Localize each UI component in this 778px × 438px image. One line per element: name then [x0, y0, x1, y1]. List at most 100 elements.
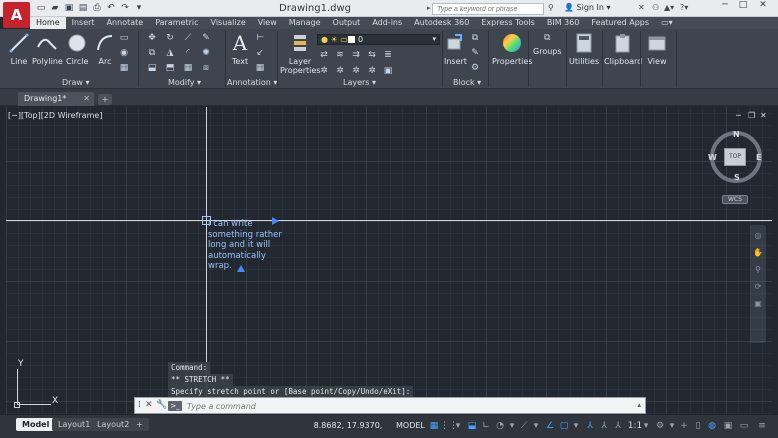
line-tool[interactable]: Line: [8, 32, 30, 66]
snap-dropdown-icon[interactable]: ▾: [452, 420, 464, 432]
copy-icon[interactable]: ⧉: [146, 47, 158, 59]
layer-tool-icon[interactable]: ✲: [350, 65, 362, 77]
tab-model[interactable]: Model: [16, 418, 56, 431]
viewcube-top-face[interactable]: TOP: [724, 148, 746, 166]
properties-tool[interactable]: Properties: [492, 32, 532, 66]
close-icon[interactable]: ✕: [754, 0, 772, 12]
workspace-gear-icon[interactable]: ⚙: [654, 420, 666, 432]
search-expand-icon[interactable]: ▸: [427, 4, 431, 12]
tab-view[interactable]: View: [252, 17, 283, 29]
zoom-icon[interactable]: ⚲: [755, 265, 761, 274]
save-as-icon[interactable]: ▤: [77, 3, 89, 14]
insert-tool[interactable]: Insert: [444, 32, 467, 66]
open-folder-icon[interactable]: ▰: [49, 3, 61, 14]
osnap-dropdown-icon[interactable]: ▾: [570, 420, 582, 432]
text-tool[interactable]: A Text: [229, 31, 251, 66]
width-grip-arrow[interactable]: [272, 217, 279, 225]
hardware-acceleration-icon[interactable]: ▣: [722, 420, 734, 432]
add-layout-button[interactable]: +: [130, 418, 149, 431]
annotation-scale-icon[interactable]: ⅄: [612, 420, 624, 432]
annotation-autoscale-icon[interactable]: ⅄: [598, 420, 610, 432]
object-snap-icon[interactable]: ▢: [558, 420, 570, 432]
scale-dropdown-icon[interactable]: ▾: [640, 420, 652, 432]
layer-tool-icon[interactable]: ✲: [366, 65, 378, 77]
minimize-icon[interactable]: ─: [716, 0, 734, 12]
tab-express-tools[interactable]: Express Tools: [475, 17, 541, 29]
search-input[interactable]: [432, 3, 544, 15]
sign-in-button[interactable]: 👤 Sign In ▾: [564, 3, 611, 12]
tab-parametric[interactable]: Parametric: [149, 17, 204, 29]
application-menu-button[interactable]: A: [3, 2, 30, 28]
mtext-object[interactable]: I can write something rather long and it…: [208, 219, 282, 272]
binoculars-icon[interactable]: ⚲: [548, 3, 554, 12]
view-tool[interactable]: View: [646, 32, 668, 66]
tab-layout2[interactable]: Layout2: [91, 418, 136, 431]
layer-dropdown[interactable]: ● ☀ ▭ 0 ▾: [317, 34, 440, 45]
viewport-controls-label[interactable]: [−][Top][2D Wireframe]: [8, 111, 102, 120]
new-file-icon[interactable]: ▭: [35, 3, 47, 14]
compass-east[interactable]: E: [756, 153, 761, 162]
explode-icon[interactable]: ✺: [200, 47, 212, 59]
polar-tracking-icon[interactable]: ◔: [494, 420, 506, 432]
plus-icon[interactable]: +: [678, 420, 690, 432]
panel-label-layers[interactable]: Layers ▾: [343, 78, 376, 87]
polar-dropdown-icon[interactable]: ▾: [506, 420, 518, 432]
tab-bim-360[interactable]: BIM 360: [541, 17, 586, 29]
annotation-visibility-icon[interactable]: ⅄: [584, 420, 596, 432]
file-tab-drawing1[interactable]: Drawing1* ✕: [18, 92, 94, 106]
tab-output[interactable]: Output: [327, 17, 367, 29]
print-icon[interactable]: ⎙: [91, 3, 103, 14]
layer-tool-icon[interactable]: ▣: [382, 65, 394, 77]
rotate-icon[interactable]: ↻: [164, 32, 176, 44]
grid-icon[interactable]: ▦: [428, 420, 440, 432]
help-icon[interactable]: ?▾: [680, 3, 688, 12]
polyline-tool[interactable]: Polyline: [32, 32, 63, 66]
tab-add-ins[interactable]: Add-ins: [366, 17, 408, 29]
clean-screen-icon[interactable]: ▭: [738, 420, 750, 432]
isolate-objects-icon[interactable]: ◍: [706, 420, 718, 432]
layer-tool-icon[interactable]: ⇆: [366, 49, 378, 61]
leader-icon[interactable]: ↙: [254, 47, 266, 59]
mirror-icon[interactable]: ◮: [164, 47, 176, 59]
groups-tool[interactable]: ⧉ Groups: [533, 32, 562, 56]
new-tab-button[interactable]: +: [98, 94, 112, 105]
steering-wheel-icon[interactable]: ◎: [755, 231, 762, 240]
height-grip-arrow[interactable]: [237, 265, 245, 272]
layer-properties-tool[interactable]: Layer Properties: [280, 32, 320, 75]
stay-connected-icon[interactable]: ▲▾: [664, 3, 674, 12]
chevron-up-icon[interactable]: ▴: [637, 401, 641, 409]
compass-north[interactable]: N: [733, 130, 740, 139]
recent-commands-icon[interactable]: >_: [168, 401, 182, 411]
coordinate-readout[interactable]: 8.8682, 17.9370, 0.0000: [300, 417, 396, 435]
hatch-icon[interactable]: ◉: [118, 47, 130, 59]
orbit-icon[interactable]: ⟳: [755, 282, 762, 291]
qat-dropdown-icon[interactable]: ▾: [133, 3, 145, 14]
create-block-icon[interactable]: ⧉: [469, 32, 481, 44]
scale-icon[interactable]: ⬒: [164, 62, 176, 74]
undo-icon[interactable]: ↶: [105, 3, 117, 14]
viewcube[interactable]: N S E W TOP: [708, 130, 762, 183]
a360-icon[interactable]: ⚇: [652, 3, 659, 12]
exchange-icon[interactable]: ✕: [638, 3, 645, 12]
panel-label-draw[interactable]: Draw ▾: [62, 78, 89, 87]
grip-handle-icon[interactable]: ⁞: [138, 400, 141, 410]
command-input[interactable]: [187, 400, 627, 412]
viewport-minimize-icon[interactable]: ─: [736, 111, 741, 120]
layer-tool-icon[interactable]: ✲: [334, 65, 346, 77]
customize-wrench-icon[interactable]: 🔧: [156, 400, 167, 410]
tab-layout1[interactable]: Layout1: [52, 418, 97, 431]
edit-block-icon[interactable]: ✎: [469, 47, 481, 59]
tab-autodesk-360[interactable]: Autodesk 360: [408, 17, 475, 29]
lock-ui-icon[interactable]: ▯: [692, 420, 704, 432]
circle-tool[interactable]: Circle: [66, 32, 88, 66]
customization-menu-icon[interactable]: ≡: [756, 420, 768, 432]
panel-label-annotation[interactable]: Annotation ▾: [227, 78, 277, 87]
utilities-tool[interactable]: Utilities: [569, 32, 599, 66]
close-tab-icon[interactable]: ✕: [83, 92, 90, 106]
table-icon[interactable]: ▦: [254, 62, 266, 74]
panel-label-modify[interactable]: Modify ▾: [168, 78, 201, 87]
fillet-icon[interactable]: ◜: [182, 47, 194, 59]
ortho-icon[interactable]: ∟: [480, 420, 492, 432]
close-icon[interactable]: ✕: [145, 400, 153, 410]
panel-label-block[interactable]: Block ▾: [453, 78, 481, 87]
